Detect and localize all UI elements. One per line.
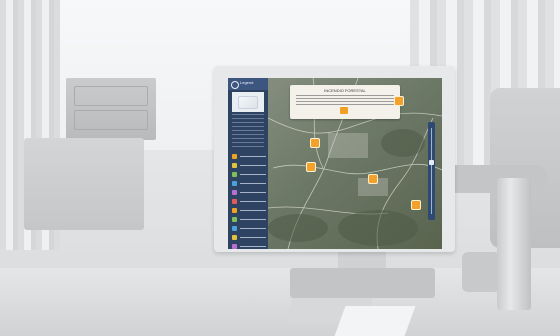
fire-marker-icon[interactable] — [394, 96, 404, 106]
fire-icon — [340, 107, 348, 114]
filing-cabinet — [66, 78, 156, 140]
legend-swatch — [232, 154, 237, 159]
legend-item[interactable] — [232, 224, 266, 233]
speaker — [497, 178, 531, 310]
monitor-stand — [290, 268, 435, 298]
legend-item[interactable] — [232, 206, 266, 215]
zoom-slider[interactable] — [428, 122, 435, 220]
fire-marker-icon[interactable] — [368, 174, 378, 184]
legend-item[interactable] — [232, 215, 266, 224]
globe-icon[interactable] — [231, 81, 239, 89]
legend-item[interactable] — [232, 170, 266, 179]
legend-item-label — [240, 245, 266, 248]
legend-item[interactable] — [232, 242, 266, 249]
popup-body — [296, 95, 394, 105]
incident-popup[interactable]: INCENDIO FORESTAL — [290, 85, 400, 119]
cabinet-drawer — [74, 86, 148, 106]
legend-swatch — [232, 208, 237, 213]
legend-item[interactable] — [232, 152, 266, 161]
office-scene: Legend INCENDIO FORESTAL — [0, 0, 560, 336]
fire-marker-icon[interactable] — [306, 162, 316, 172]
fire-marker-icon[interactable] — [310, 138, 320, 148]
legend-item-label — [240, 227, 266, 230]
monitor-screen: Legend INCENDIO FORESTAL — [228, 78, 442, 249]
legend-item-label — [240, 236, 266, 239]
legend-item[interactable] — [232, 179, 266, 188]
popup-title: INCENDIO FORESTAL — [324, 88, 366, 93]
legend-swatch — [232, 190, 237, 195]
legend-swatch — [232, 244, 237, 249]
legend-item-label — [240, 155, 266, 158]
legend-item-label — [240, 218, 266, 221]
legend-item[interactable] — [232, 161, 266, 170]
legend-item[interactable] — [232, 197, 266, 206]
legend-description — [232, 114, 264, 148]
overview-thumbnail[interactable] — [232, 92, 264, 112]
legend-panel: Legend — [228, 78, 268, 249]
legend-panel-title: Legend — [240, 80, 254, 85]
legend-list — [232, 152, 266, 249]
background-monitor — [24, 138, 144, 230]
legend-swatch — [232, 181, 237, 186]
zoom-handle[interactable] — [429, 160, 434, 165]
legend-swatch — [232, 199, 237, 204]
legend-swatch — [232, 235, 237, 240]
legend-swatch — [232, 217, 237, 222]
legend-item-label — [240, 209, 266, 212]
legend-item[interactable] — [232, 188, 266, 197]
paper-sheet — [334, 306, 416, 336]
desk-phone — [462, 252, 500, 292]
legend-item-label — [240, 164, 266, 167]
legend-swatch — [232, 163, 237, 168]
legend-item-label — [240, 182, 266, 185]
legend-swatch — [232, 172, 237, 177]
legend-item-label — [240, 191, 266, 194]
legend-item-label — [240, 200, 266, 203]
legend-swatch — [232, 226, 237, 231]
fire-marker-icon[interactable] — [411, 200, 421, 210]
legend-panel-header: Legend — [228, 78, 268, 90]
legend-item-label — [240, 173, 266, 176]
legend-item[interactable] — [232, 233, 266, 242]
cabinet-drawer — [74, 110, 148, 130]
